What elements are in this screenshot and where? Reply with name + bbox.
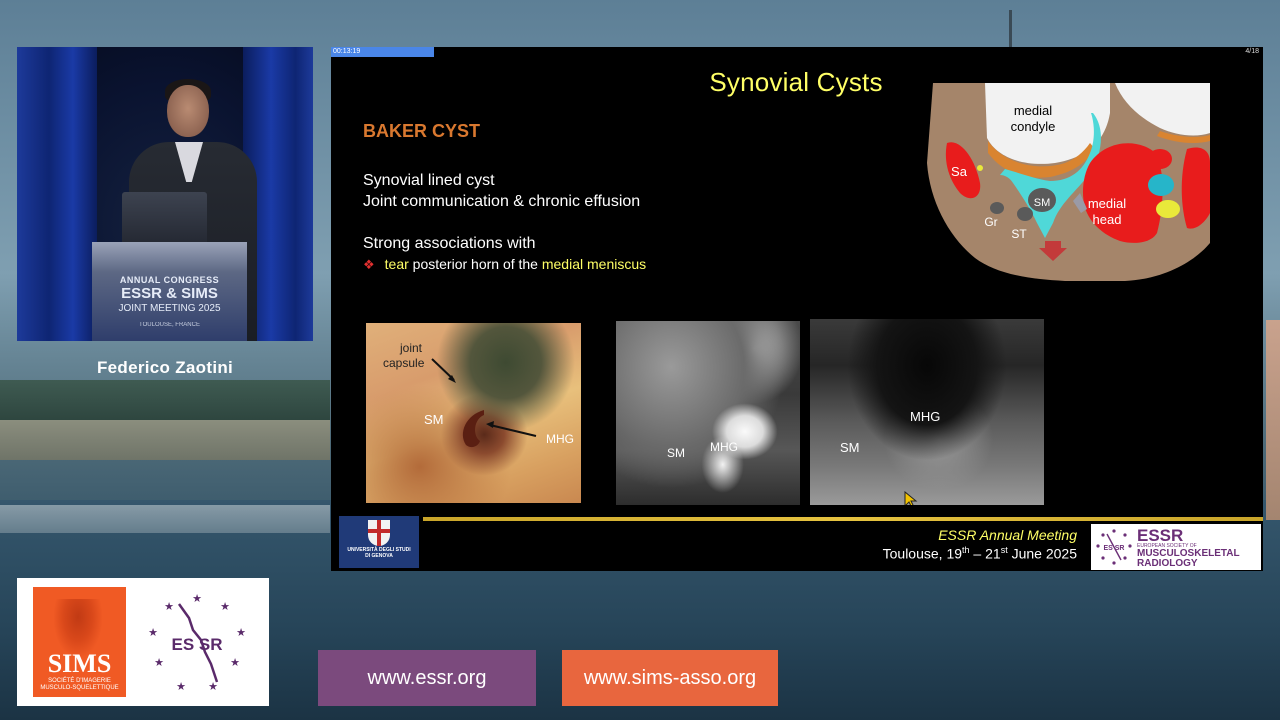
university-logo: UNIVERSITÀ DEGLI STUDI DI GENOVA [339, 516, 419, 568]
essr-ring-text: ES SR [171, 635, 222, 654]
label-mri-sm: SM [667, 446, 685, 460]
cadaver-arrows [431, 358, 537, 448]
label-cadaver-mhg: MHG [546, 432, 574, 446]
label-us-mhg: MHG [910, 409, 941, 424]
cadaver-section-image: joint capsule SM MHG [366, 323, 581, 503]
essr-footer-text: ESSR EUROPEAN SOCIETY OF MUSCULOSKELETAL… [1137, 527, 1240, 569]
body-line-3: Strong associations with [363, 235, 536, 252]
label-cadaver-sm: SM [424, 412, 444, 427]
svg-text:★: ★ [154, 656, 164, 669]
date-middle: – 21 [969, 545, 1001, 562]
svg-text:★: ★ [164, 600, 174, 613]
presentation-slide: 00:13:19 4/18 Synovial Cysts BAKER CYST … [331, 47, 1263, 571]
essr-star-ring-icon: ES SR [1096, 529, 1132, 565]
bullet-item: ❖ tear posterior horn of the medial menis… [363, 256, 646, 273]
diagram-label-sm: SM [1034, 197, 1051, 209]
university-shield-icon [368, 520, 390, 546]
svg-text:★: ★ [230, 656, 240, 669]
mouse-cursor-icon [904, 491, 918, 505]
anatomy-diagram: medial condyle Sa Gr SM ST medial head [925, 83, 1210, 283]
essr-website-link[interactable]: www.essr.org [318, 650, 536, 706]
diagram-label-head-2: head [1093, 212, 1122, 227]
slide-title: Synovial Cysts [709, 67, 883, 97]
bullet-meniscus: medial meniscus [541, 256, 647, 272]
red-diamond-icon: ❖ [363, 257, 375, 272]
sims-wordmark: SIMS [47, 649, 112, 678]
slide-page-number: 4/18 [1245, 48, 1259, 55]
essr-star-logo-icon: ★★★ ★★★ ★★★ ES SR [148, 592, 246, 693]
essr-footer-acronym: ESSR [1137, 526, 1184, 545]
date-suffix: June 2025 [1007, 545, 1077, 562]
section-heading: BAKER CYST [363, 121, 481, 141]
speaker-name: Federico Zaotini [96, 358, 234, 377]
sims-subtitle-2: MUSCULO-SQUELETTIQUE [40, 684, 119, 691]
speaker-video: ANNUAL CONGRESS ESSR & SIMS JOINT MEETIN… [17, 47, 313, 341]
speaker-head [167, 85, 209, 137]
label-mri-mhg: MHG [710, 440, 738, 454]
podium-line-2: ESSR & SIMS [121, 285, 218, 303]
background-tower [1009, 10, 1012, 48]
university-name-2: DI GENOVA [365, 552, 393, 559]
slide-timer: 00:13:19 [331, 47, 434, 57]
label-us-sm: SM [840, 440, 860, 455]
svg-text:★: ★ [220, 600, 230, 613]
background-bridge [0, 380, 330, 420]
diagram-label-sa: Sa [951, 164, 968, 179]
podium-line-1: ANNUAL CONGRESS [119, 275, 220, 285]
meeting-date: Toulouse, 19th – 21st June 2025 [883, 545, 1077, 562]
diagram-label-condyle-2: condyle [1011, 119, 1056, 134]
date-sup-1: th [962, 545, 970, 555]
essr-footer-line-2: RADIOLOGY [1137, 558, 1198, 569]
podium-line-4: TOULOUSE, FRANCE [139, 322, 200, 329]
bullet-middle: posterior horn of the [408, 256, 542, 272]
diagram-label-st: ST [1011, 227, 1027, 241]
footer-gold-bar [423, 517, 1263, 521]
sims-logo: SIMS SOCIÉTÉ D'IMAGERIE MUSCULO-SQUELETT… [33, 587, 126, 697]
curtain-left [17, 47, 97, 341]
svg-text:★: ★ [148, 626, 158, 639]
diagram-label-gr: Gr [984, 215, 997, 229]
mri-image: SM MHG [616, 321, 800, 505]
background-riverbank [0, 420, 330, 460]
body-line-1: Synovial lined cyst [363, 172, 495, 189]
essr-footer-logo: ES SR ESSR EUROPEAN SOCIETY OF MUSCULOSK… [1091, 524, 1261, 570]
podium-line-3: JOINT MEETING 2025 [118, 302, 221, 314]
body-line-2: Joint communication & chronic effusion [363, 193, 641, 210]
bullet-tear: tear [384, 256, 409, 272]
laptop [122, 192, 207, 247]
sponsor-logos: SIMS SOCIÉTÉ D'IMAGERIE MUSCULO-SQUELETT… [17, 578, 269, 706]
svg-text:★: ★ [236, 626, 246, 639]
background-building [1266, 320, 1280, 520]
date-sup-2: st [1000, 545, 1008, 555]
svg-text:ES SR: ES SR [1103, 545, 1124, 552]
date-prefix: Toulouse, 19 [882, 545, 963, 562]
svg-text:★: ★ [176, 680, 186, 693]
sims-subtitle: SOCIÉTÉ D'IMAGERIE MUSCULO-SQUELETTIQUE [33, 678, 126, 692]
diagram-label-head-1: medial [1088, 196, 1126, 211]
sims-website-link[interactable]: www.sims-asso.org [562, 650, 778, 706]
background-weir [0, 505, 330, 533]
diagram-label-condyle-1: medial [1014, 103, 1052, 118]
svg-text:★: ★ [192, 592, 202, 605]
meeting-title: ESSR Annual Meeting [938, 527, 1077, 543]
ultrasound-image: SM MHG [810, 319, 1044, 505]
sims-subtitle-1: SOCIÉTÉ D'IMAGERIE [48, 678, 111, 684]
podium-sign: ANNUAL CONGRESS ESSR & SIMS JOINT MEETIN… [92, 275, 247, 329]
